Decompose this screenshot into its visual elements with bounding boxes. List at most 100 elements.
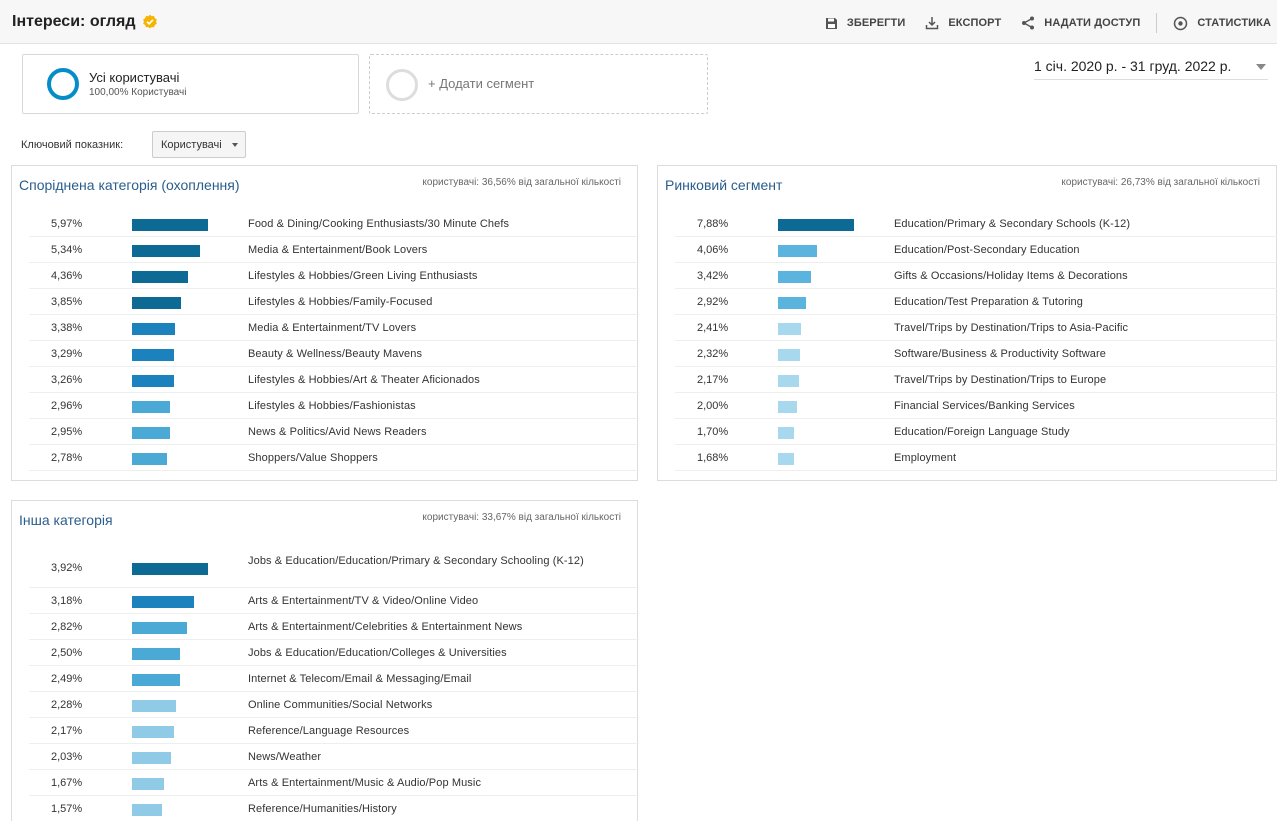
table-row[interactable]: 3,18% Arts & Entertainment/TV & Video/Onl… [29, 588, 639, 614]
save-button[interactable]: ЗБЕРЕГТИ [825, 17, 905, 30]
row-bar [132, 323, 175, 335]
export-button[interactable]: ЕКСПОРТ [925, 16, 1001, 30]
share-button[interactable]: НАДАТИ ДОСТУП [1021, 16, 1140, 30]
table-row[interactable]: 2,50% Jobs & Education/Education/Colleges… [29, 640, 639, 666]
insights-label: СТАТИСТИКА [1197, 17, 1271, 29]
row-category[interactable]: Reference/Humanities/History [248, 802, 628, 816]
row-category[interactable]: Media & Entertainment/Book Lovers [248, 243, 628, 257]
row-category[interactable]: Financial Services/Banking Services [894, 399, 1274, 413]
row-percentage: 5,34% [51, 244, 83, 256]
row-category[interactable]: Jobs & Education/Education/Primary & Sec… [248, 554, 628, 568]
row-category[interactable]: Lifestyles & Hobbies/Family-Focused [248, 295, 628, 309]
card-title[interactable]: Інша категорія [19, 512, 113, 528]
table-row[interactable]: 2,82% Arts & Entertainment/Celebrities & … [29, 614, 639, 640]
table-row[interactable]: 7,88% Education/Primary & Secondary Schoo… [675, 211, 1277, 237]
row-category[interactable]: Gifts & Occasions/Holiday Items & Decora… [894, 269, 1274, 283]
table-row[interactable]: 2,28% Online Communities/Social Networks [29, 692, 639, 718]
table-row[interactable]: 3,85% Lifestyles & Hobbies/Family-Focused [29, 289, 639, 315]
row-bar [132, 596, 194, 608]
row-category[interactable]: Shoppers/Value Shoppers [248, 451, 628, 465]
table-row[interactable]: 2,49% Internet & Telecom/Email & Messagin… [29, 666, 639, 692]
row-category[interactable]: Travel/Trips by Destination/Trips to Eur… [894, 373, 1274, 387]
chevron-down-icon [232, 143, 238, 147]
key-metric-dropdown[interactable]: Користувачі [152, 131, 246, 158]
row-percentage: 2,00% [697, 400, 729, 412]
table-row[interactable]: 4,36% Lifestyles & Hobbies/Green Living E… [29, 263, 639, 289]
table-row[interactable]: 2,00% Financial Services/Banking Services [675, 393, 1277, 419]
table-row[interactable]: 2,96% Lifestyles & Hobbies/Fashionistas [29, 393, 639, 419]
page-title: Інтереси: огляд [12, 13, 158, 31]
row-bar [132, 375, 174, 387]
row-bar [132, 401, 170, 413]
row-category[interactable]: Internet & Telecom/Email & Messaging/Ema… [248, 672, 628, 686]
row-percentage: 1,70% [697, 426, 729, 438]
row-category[interactable]: Jobs & Education/Education/Colleges & Un… [248, 646, 628, 660]
row-category[interactable]: News/Weather [248, 750, 628, 764]
row-category[interactable]: Online Communities/Social Networks [248, 698, 628, 712]
row-bar [778, 453, 794, 465]
row-category[interactable]: Software/Business & Productivity Softwar… [894, 347, 1274, 361]
row-percentage: 3,92% [51, 562, 83, 574]
row-category[interactable]: Lifestyles & Hobbies/Fashionistas [248, 399, 628, 413]
row-bar [778, 349, 800, 361]
row-category[interactable]: Travel/Trips by Destination/Trips to Asi… [894, 321, 1274, 335]
chevron-down-icon [1256, 64, 1266, 70]
table-row[interactable]: 2,03% News/Weather [29, 744, 639, 770]
table-row[interactable]: 2,95% News & Politics/Avid News Readers [29, 419, 639, 445]
date-range-picker[interactable]: 1 січ. 2020 р. - 31 груд. 2022 р. [1034, 56, 1268, 80]
row-category[interactable]: Food & Dining/Cooking Enthusiasts/30 Min… [248, 217, 628, 231]
segment-all-users[interactable]: Усі користувачі 100,00% Користувачі [22, 54, 359, 114]
download-icon [926, 17, 939, 30]
table-row[interactable]: 3,92% Jobs & Education/Education/Primary … [29, 546, 639, 588]
segment-color-ring-icon [47, 68, 79, 100]
row-percentage: 3,26% [51, 374, 83, 386]
row-category[interactable]: Employment [894, 451, 1274, 465]
row-category[interactable]: News & Politics/Avid News Readers [248, 425, 628, 439]
table-row[interactable]: 3,26% Lifestyles & Hobbies/Art & Theater … [29, 367, 639, 393]
row-category[interactable]: Education/Post-Secondary Education [894, 243, 1274, 257]
table-row[interactable]: 2,32% Software/Business & Productivity So… [675, 341, 1277, 367]
export-label: ЕКСПОРТ [948, 17, 1002, 29]
row-category[interactable]: Education/Foreign Language Study [894, 425, 1274, 439]
table-row[interactable]: 1,68% Employment [675, 445, 1277, 471]
table-row[interactable]: 2,78% Shoppers/Value Shoppers [29, 445, 639, 471]
table-row[interactable]: 1,67% Arts & Entertainment/Music & Audio/… [29, 770, 639, 796]
card-title[interactable]: Споріднена категорія (охоплення) [19, 177, 240, 193]
row-category[interactable]: Media & Entertainment/TV Lovers [248, 321, 628, 335]
table-row[interactable]: 3,38% Media & Entertainment/TV Lovers [29, 315, 639, 341]
row-category[interactable]: Arts & Entertainment/TV & Video/Online V… [248, 594, 628, 608]
table-row[interactable]: 2,17% Reference/Language Resources [29, 718, 639, 744]
card-share-note: користувачі: 26,73% від загальної кілько… [1061, 177, 1260, 188]
table-row[interactable]: 3,42% Gifts & Occasions/Holiday Items & D… [675, 263, 1277, 289]
row-percentage: 3,38% [51, 322, 83, 334]
row-category[interactable]: Reference/Language Resources [248, 724, 628, 738]
page-title-text: Інтереси: огляд [12, 13, 136, 30]
row-category[interactable]: Education/Primary & Secondary Schools (K… [894, 217, 1274, 231]
card-rows: 5,97% Food & Dining/Cooking Enthusiasts/3… [29, 211, 639, 471]
row-category[interactable]: Lifestyles & Hobbies/Green Living Enthus… [248, 269, 628, 283]
row-category[interactable]: Arts & Entertainment/Celebrities & Enter… [248, 620, 628, 634]
table-row[interactable]: 4,06% Education/Post-Secondary Education [675, 237, 1277, 263]
card-title[interactable]: Ринковий сегмент [665, 177, 782, 193]
table-row[interactable]: 2,92% Education/Test Preparation & Tutori… [675, 289, 1277, 315]
share-label: НАДАТИ ДОСТУП [1044, 17, 1141, 29]
empty-segment-ring-icon [386, 69, 418, 101]
row-percentage: 1,68% [697, 452, 729, 464]
row-percentage: 5,97% [51, 218, 83, 230]
row-category[interactable]: Education/Test Preparation & Tutoring [894, 295, 1274, 309]
insights-button[interactable]: СТАТИСТИКА [1173, 16, 1271, 31]
table-row[interactable]: 1,70% Education/Foreign Language Study [675, 419, 1277, 445]
row-category[interactable]: Arts & Entertainment/Music & Audio/Pop M… [248, 776, 628, 790]
add-segment-button[interactable]: + Додати сегмент [369, 54, 708, 114]
table-row[interactable]: 2,17% Travel/Trips by Destination/Trips t… [675, 367, 1277, 393]
table-row[interactable]: 2,41% Travel/Trips by Destination/Trips t… [675, 315, 1277, 341]
row-percentage: 2,32% [697, 348, 729, 360]
row-bar [778, 375, 799, 387]
row-category[interactable]: Beauty & Wellness/Beauty Mavens [248, 347, 628, 361]
row-bar [778, 297, 806, 309]
table-row[interactable]: 5,34% Media & Entertainment/Book Lovers [29, 237, 639, 263]
table-row[interactable]: 5,97% Food & Dining/Cooking Enthusiasts/3… [29, 211, 639, 237]
table-row[interactable]: 1,57% Reference/Humanities/History [29, 796, 639, 821]
table-row[interactable]: 3,29% Beauty & Wellness/Beauty Mavens [29, 341, 639, 367]
row-category[interactable]: Lifestyles & Hobbies/Art & Theater Afici… [248, 373, 628, 387]
